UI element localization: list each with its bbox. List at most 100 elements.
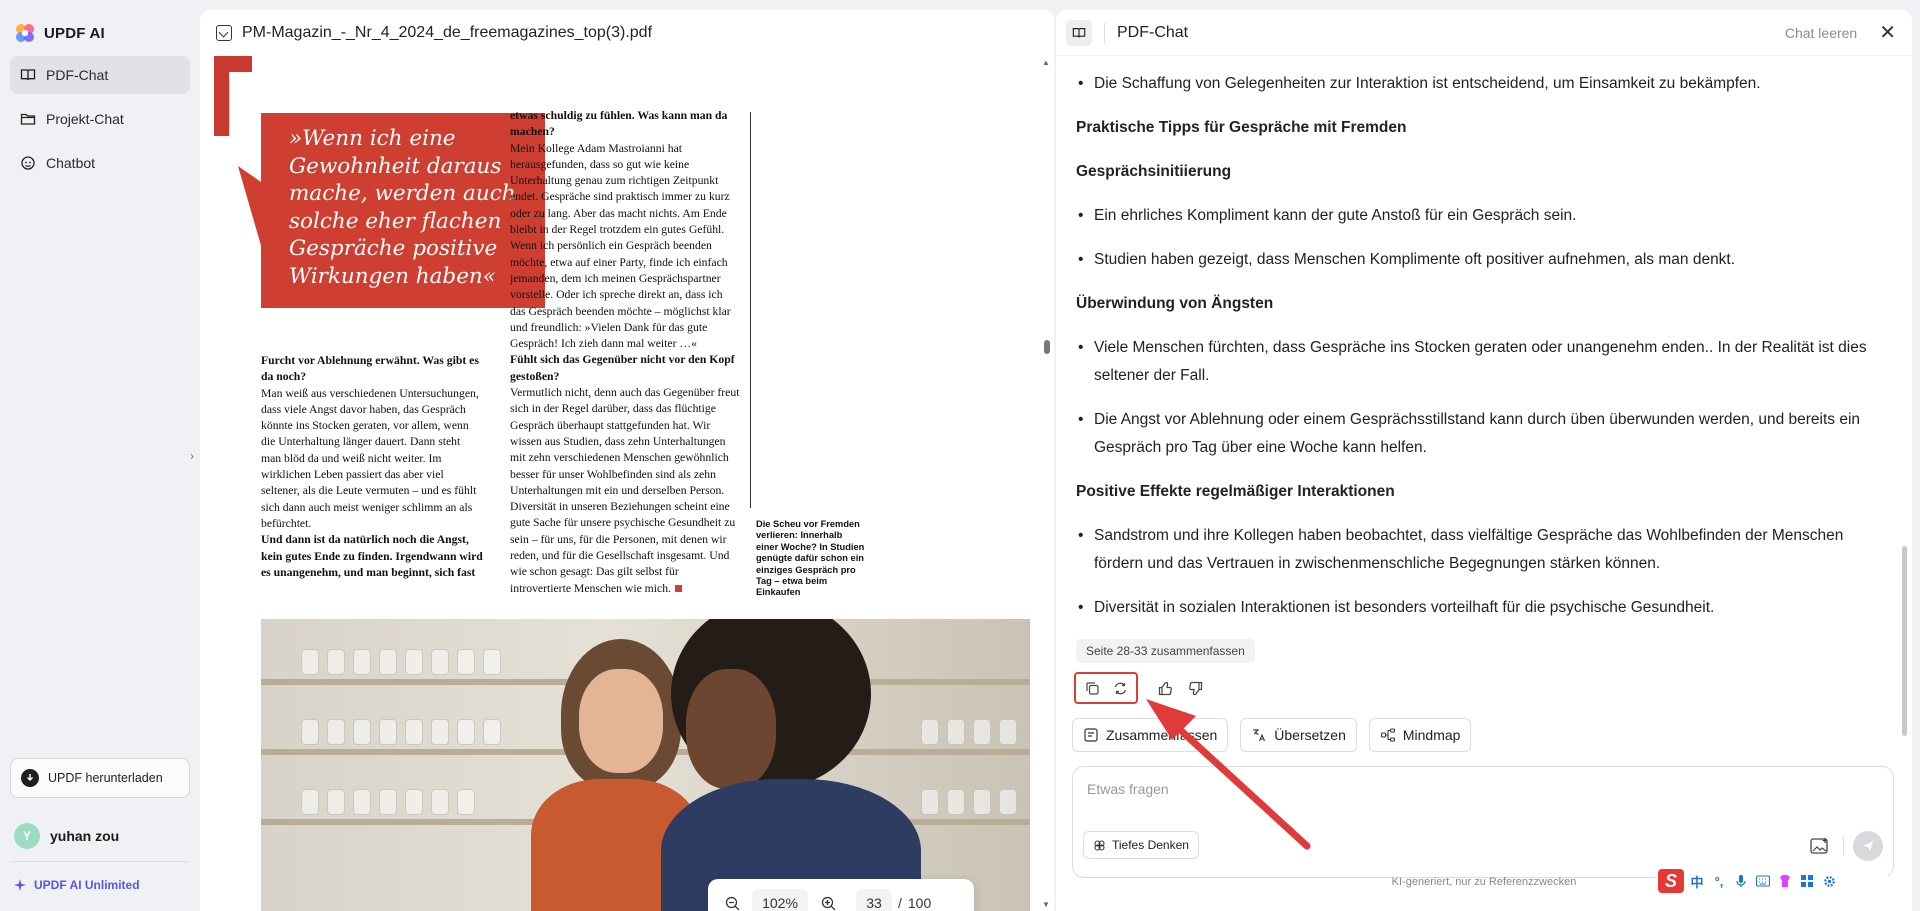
summary-range-chip[interactable]: Seite 28-33 zusammenfassen — [1076, 639, 1255, 663]
sidebar: UPDF AI PDF-Chat Projekt-Chat Chatbot UP… — [0, 0, 198, 911]
message-heading: Gesprächsinitiierung — [1076, 163, 1232, 180]
quick-actions: Zusammenfassen Übersetzen Mindmap — [1072, 718, 1472, 752]
user-name: yuhan zou — [50, 828, 120, 844]
translate-button[interactable]: Übersetzen — [1240, 718, 1357, 752]
decorative-corner — [214, 56, 252, 136]
thumbs-up-icon[interactable] — [1152, 675, 1178, 701]
deep-think-label: Tiefes Denken — [1112, 838, 1189, 852]
paragraph: Man weiß aus verschiedenen Untersuchunge… — [261, 386, 479, 530]
download-updf-button[interactable]: UPDF herunterladen — [10, 758, 190, 798]
user-profile[interactable]: Y yuhan zou — [14, 823, 119, 849]
chat-title: PDF-Chat — [1117, 23, 1189, 41]
sogou-ime-icon[interactable]: S — [1658, 869, 1684, 893]
document-viewer: PM-Magazin_-_Nr_4_2024_de_freemagazines_… — [200, 10, 1054, 911]
document-filename: PM-Magazin_-_Nr_4_2024_de_freemagazines_… — [242, 24, 653, 41]
sparkle-icon — [14, 879, 26, 891]
clear-chat-button[interactable]: Chat leeren — [1785, 25, 1857, 41]
chat-input[interactable]: Etwas fragen — [1087, 781, 1169, 797]
mindmap-icon — [1380, 728, 1395, 742]
message-actions — [1074, 672, 1208, 704]
article-column-middle: etwas schuldig zu fühlen. Was kann man d… — [510, 108, 740, 597]
zoom-toolbar: 102% 33 / 100 — [708, 879, 974, 911]
mindmap-button[interactable]: Mindmap — [1368, 718, 1472, 752]
input-mode-indicator[interactable]: 中 — [1688, 872, 1706, 890]
sidebar-item-projekt-chat[interactable]: Projekt-Chat — [10, 100, 190, 138]
list-item: Studien haben gezeigt, dass Menschen Kom… — [1076, 246, 1896, 274]
zoom-out-icon[interactable] — [718, 889, 746, 911]
book-icon[interactable] — [1066, 19, 1092, 46]
paragraph: Fühlt sich das Gegenüber nicht vor den K… — [510, 353, 735, 383]
brain-icon — [1094, 839, 1105, 851]
sidebar-item-label: Chatbot — [46, 155, 96, 171]
summarize-label: Zusammenfassen — [1106, 727, 1218, 743]
list-item: Viele Menschen fürchten, dass Gespräche … — [1076, 334, 1896, 390]
zoom-in-icon[interactable] — [814, 889, 842, 911]
chat-input-box[interactable]: Etwas fragen Tiefes Denken — [1072, 766, 1894, 878]
list-item: Die Angst vor Ablehnung oder einem Gespr… — [1076, 406, 1896, 462]
paragraph: Vermutlich nicht, denn auch das Gegenübe… — [510, 386, 740, 595]
scroll-down-icon: ▼ — [1042, 900, 1050, 909]
toolbox-icon[interactable] — [1798, 872, 1816, 890]
regenerate-icon[interactable] — [1107, 675, 1133, 701]
send-button[interactable] — [1853, 831, 1883, 861]
list-item: Sandstrom und ihre Kollegen haben beobac… — [1076, 522, 1896, 578]
divider — [1843, 837, 1844, 855]
copy-icon[interactable] — [1079, 675, 1105, 701]
message-heading: Überwindung von Ängsten — [1076, 295, 1274, 312]
deep-think-toggle[interactable]: Tiefes Denken — [1083, 831, 1199, 859]
close-icon[interactable]: ✕ — [1879, 23, 1896, 43]
image-upload-icon[interactable] — [1808, 835, 1832, 857]
divider — [10, 861, 188, 862]
skin-icon[interactable] — [1776, 872, 1794, 890]
page-separator: / — [898, 895, 902, 911]
total-pages: 100 — [907, 895, 932, 911]
pdf-file-icon — [216, 25, 232, 41]
bot-icon — [20, 155, 36, 171]
paragraph: Und dann ist da natürlich noch die Angst… — [261, 533, 483, 579]
document-scrollbar[interactable]: ▲ ▼ — [1042, 58, 1050, 911]
updf-logo-icon — [16, 24, 34, 42]
sidebar-item-chatbot[interactable]: Chatbot — [10, 144, 190, 182]
mindmap-label: Mindmap — [1402, 727, 1461, 743]
plan-link[interactable]: UPDF AI Unlimited — [14, 878, 140, 892]
scroll-up-icon: ▲ — [1042, 58, 1050, 67]
page-number-input[interactable]: 33 — [856, 889, 892, 911]
download-label: UPDF herunterladen — [48, 771, 163, 785]
chat-header: PDF-Chat Chat leeren ✕ — [1056, 10, 1912, 56]
chat-scrollbar[interactable] — [1902, 56, 1908, 736]
summarize-button[interactable]: Zusammenfassen — [1072, 718, 1229, 752]
list-item: Die Schaffung von Gelegenheiten zur Inte… — [1076, 70, 1896, 98]
chat-panel: PDF-Chat Chat leeren ✕ Die Schaffung von… — [1056, 10, 1912, 911]
chevron-right-icon: › — [190, 449, 194, 463]
pdf-page[interactable]: »Wenn ich eine Gewohnheit daraus mache, … — [214, 56, 1030, 911]
translate-icon — [1253, 729, 1266, 742]
plan-label: UPDF AI Unlimited — [34, 878, 140, 892]
keyboard-icon[interactable] — [1754, 872, 1772, 890]
app-logo: UPDF AI — [14, 22, 105, 44]
translate-label: Übersetzen — [1274, 727, 1346, 743]
zoom-level[interactable]: 102% — [752, 889, 808, 911]
collapse-sidebar-button[interactable]: › — [186, 442, 198, 470]
sidebar-item-label: Projekt-Chat — [46, 111, 124, 127]
download-icon — [21, 769, 39, 787]
punctuation-icon[interactable]: °, — [1710, 872, 1728, 890]
article-photo — [261, 619, 1030, 911]
app-name: UPDF AI — [44, 24, 105, 42]
summary-icon — [1084, 728, 1098, 742]
message-heading: Praktische Tipps für Gespräche mit Fremd… — [1076, 119, 1407, 136]
chat-message: Die Schaffung von Gelegenheiten zur Inte… — [1076, 70, 1896, 638]
message-heading: Positive Effekte regelmäßiger Interaktio… — [1076, 483, 1395, 500]
paragraph: Mein Kollege Adam Mastroianni hat heraus… — [510, 141, 731, 351]
sidebar-item-pdf-chat[interactable]: PDF-Chat — [10, 56, 190, 94]
folder-icon — [20, 111, 36, 127]
thumbs-down-icon[interactable] — [1182, 675, 1208, 701]
end-mark-icon — [674, 584, 682, 592]
paragraph: Furcht vor Ablehnung erwähnt. Was gibt e… — [261, 354, 479, 384]
book-icon — [20, 67, 36, 83]
settings-gear-icon[interactable] — [1820, 872, 1838, 890]
scrollbar-thumb — [1044, 340, 1050, 354]
document-header: PM-Magazin_-_Nr_4_2024_de_freemagazines_… — [200, 10, 1054, 56]
scrollbar-thumb — [1902, 546, 1907, 736]
pull-quote: »Wenn ich eine Gewohnheit daraus mache, … — [261, 113, 545, 308]
microphone-icon[interactable] — [1732, 872, 1750, 890]
